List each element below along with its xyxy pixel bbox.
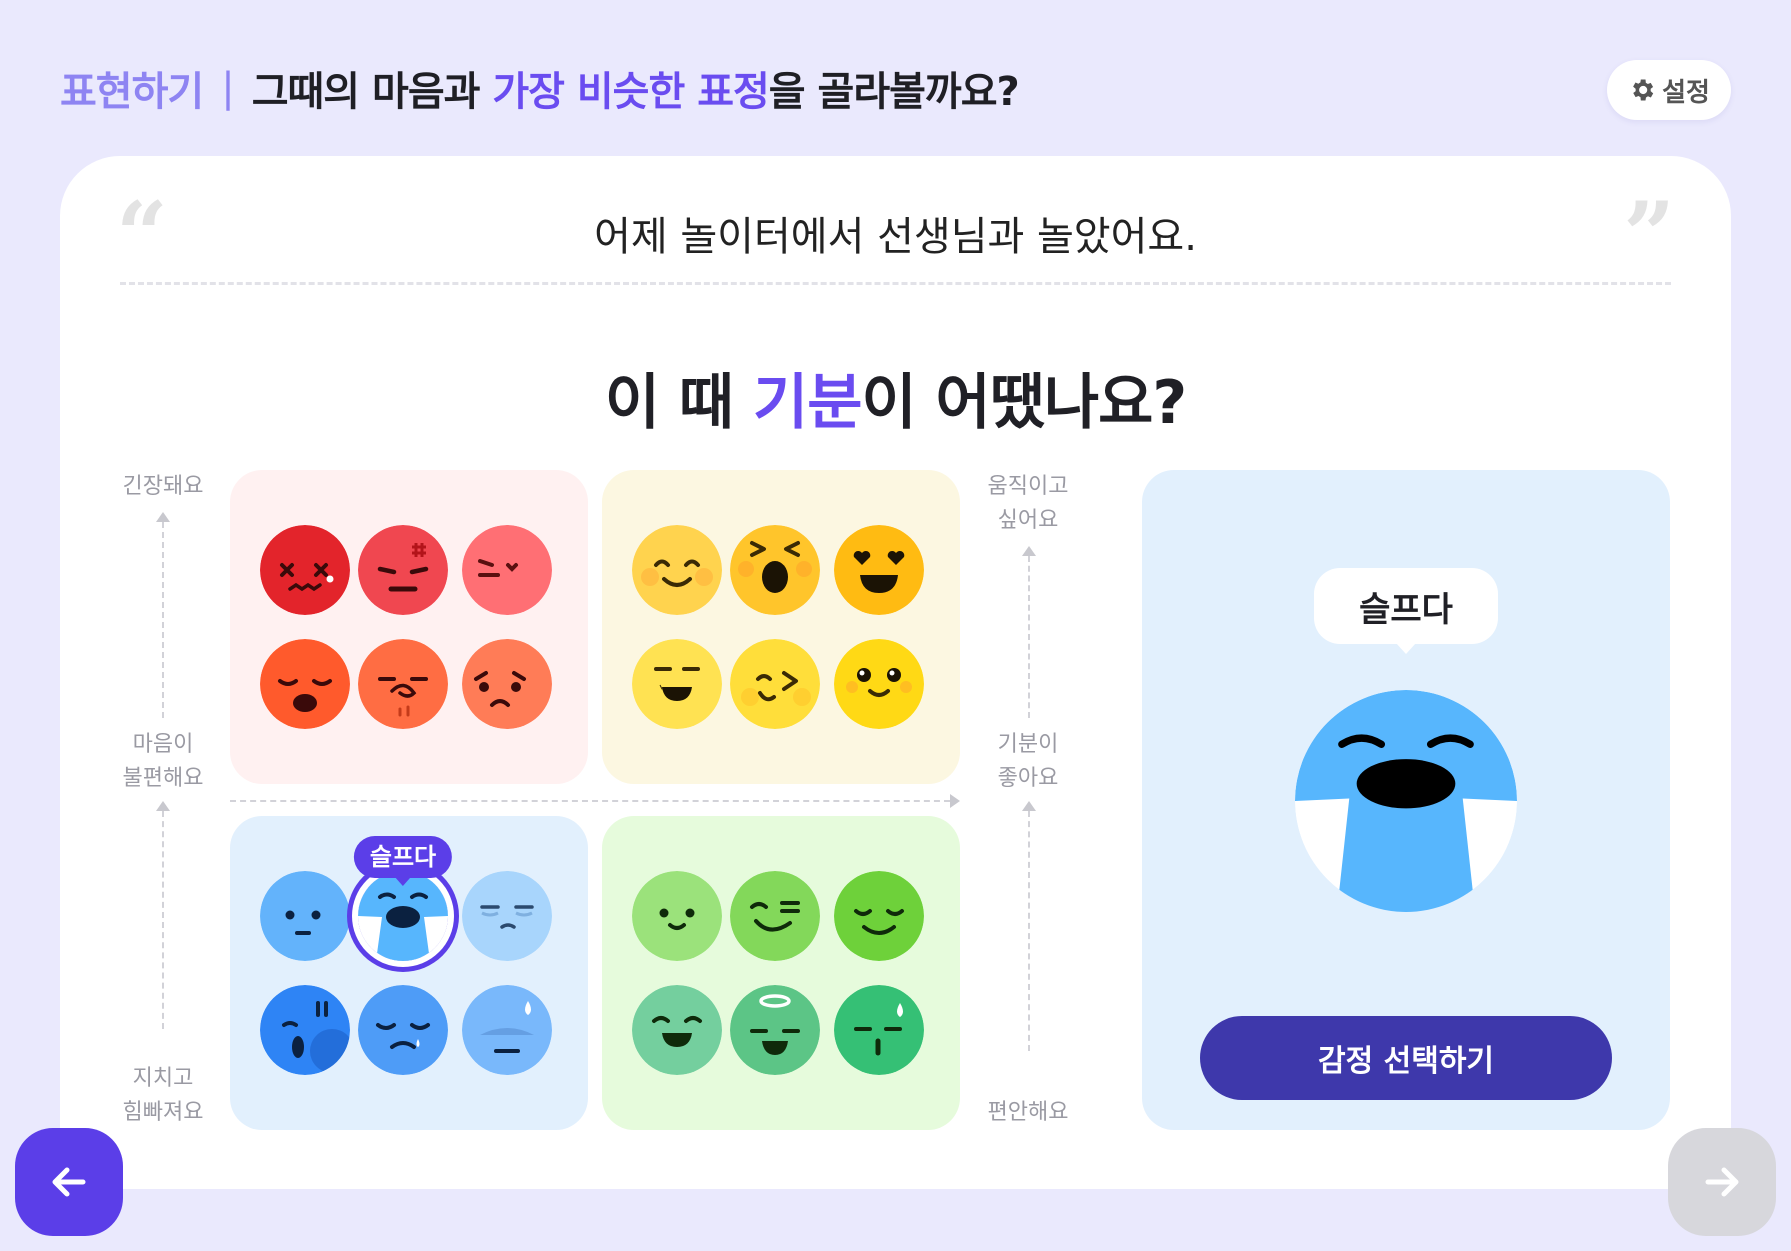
- prompt-text-a: 그때의 마음과: [251, 69, 493, 115]
- axis-label-line: 불편해요: [122, 766, 204, 791]
- selected-emotion-tag: 슬프다: [353, 836, 453, 886]
- axis-arrow-icon: [156, 801, 170, 811]
- quadrant-active: [602, 470, 960, 784]
- axis-label-tense: 긴장돼요: [122, 474, 204, 499]
- axis-line: [162, 811, 164, 1029]
- emotion-face-yellow-1[interactable]: [632, 525, 722, 615]
- arrow-left-icon: [52, 1167, 86, 1197]
- quadrant-relaxed: [602, 816, 960, 1130]
- emotion-face-red-1[interactable]: [260, 525, 350, 615]
- emotion-face-red-6[interactable]: [462, 639, 552, 729]
- emotion-preview-label: 슬프다: [1314, 568, 1498, 654]
- axis-label-line: 싶어요: [997, 508, 1059, 533]
- axis-arrow-icon: [950, 794, 960, 808]
- quadrant-tense: [230, 470, 588, 784]
- page-header: 표현하기 | 그때의 마음과 가장 비슷한 표정을 골라볼까요?: [60, 58, 1020, 118]
- gear-icon: [1633, 79, 1654, 101]
- axis-line: [1028, 556, 1030, 718]
- question-title: 이 때 기분이 어땠나요?: [60, 354, 1731, 441]
- select-emotion-button[interactable]: 감정 선택하기: [1200, 1016, 1612, 1100]
- main-card: “ ” 어제 놀이터에서 선생님과 놀았어요. 이 때 기분이 어땠나요? 긴장…: [60, 156, 1731, 1189]
- emotion-face-green-3[interactable]: [834, 871, 924, 961]
- emotion-face-blue-3[interactable]: [462, 871, 552, 961]
- emotion-face-yellow-2[interactable]: [730, 525, 820, 615]
- emotion-face-red-3[interactable]: [462, 525, 552, 615]
- emotion-preview-panel: 슬프다 감정 선택하기: [1142, 470, 1670, 1130]
- emotion-face-red-5[interactable]: [358, 639, 448, 729]
- emotion-face-blue-4[interactable]: [260, 985, 350, 1075]
- settings-button[interactable]: 설정: [1607, 60, 1731, 120]
- emotion-face-yellow-4[interactable]: [632, 639, 722, 729]
- header-separator: |: [221, 65, 235, 111]
- axis-label-tired: 지치고힘빠져요: [103, 1062, 223, 1130]
- prompt-text-b: 을 골라볼까요?: [768, 69, 1020, 115]
- emotion-face-yellow-6[interactable]: [834, 639, 924, 729]
- emotion-face-green-2[interactable]: [730, 871, 820, 961]
- axis-arrow-icon: [1022, 546, 1036, 556]
- emotion-face-blue-5[interactable]: [358, 985, 448, 1075]
- emotion-face-green-1[interactable]: [632, 871, 722, 961]
- axis-label-line: 지치고: [132, 1066, 194, 1091]
- arrow-right-icon: [1705, 1167, 1739, 1197]
- axis-line: [230, 800, 950, 802]
- axis-label-relaxed: 편안해요: [987, 1100, 1069, 1125]
- emotion-face-yellow-3[interactable]: [834, 525, 924, 615]
- axis-label-line: 좋아요: [997, 766, 1059, 791]
- emotion-face-blue-6[interactable]: [462, 985, 552, 1075]
- question-text-a: 이 때: [604, 368, 754, 438]
- emotion-face-yellow-5[interactable]: [730, 639, 820, 729]
- sad-face-icon: [1295, 690, 1517, 912]
- prev-button[interactable]: [15, 1128, 123, 1236]
- axis-label-line: 움직이고: [987, 474, 1069, 499]
- header-prompt: 그때의 마음과 가장 비슷한 표정을 골라볼까요?: [251, 59, 1020, 117]
- prompt-highlight: 가장 비슷한 표정: [492, 69, 769, 115]
- axis-label-line: 힘빠져요: [122, 1100, 204, 1125]
- axis-label-line: 기분이: [997, 732, 1059, 757]
- next-button[interactable]: [1668, 1128, 1776, 1236]
- question-highlight: 기분: [753, 368, 862, 438]
- emotion-face-green-4[interactable]: [632, 985, 722, 1075]
- axis-label-good: 기분이좋아요: [968, 728, 1088, 796]
- axis-label-uncomfortable: 마음이불편해요: [103, 728, 223, 796]
- emotion-face-green-5[interactable]: [730, 985, 820, 1075]
- divider: [120, 282, 1671, 285]
- emotion-face-blue-1[interactable]: [260, 871, 350, 961]
- axis-label-active: 움직이고싶어요: [968, 470, 1088, 538]
- step-label: 표현하기: [60, 69, 204, 115]
- settings-label: 설정: [1662, 77, 1710, 108]
- question-text-b: 이 어땠나요?: [861, 368, 1187, 438]
- emotion-face-green-6[interactable]: [834, 985, 924, 1075]
- axis-arrow-icon: [1022, 801, 1036, 811]
- axis-line: [162, 522, 164, 718]
- axis-arrow-icon: [156, 512, 170, 522]
- emotion-face-red-2[interactable]: [358, 525, 448, 615]
- quadrant-tired: 슬프다: [230, 816, 588, 1130]
- axis-line: [1028, 811, 1030, 1051]
- emotion-face-red-4[interactable]: [260, 639, 350, 729]
- diary-sentence: 어제 놀이터에서 선생님과 놀았어요.: [594, 214, 1197, 260]
- axis-label-line: 마음이: [132, 732, 194, 757]
